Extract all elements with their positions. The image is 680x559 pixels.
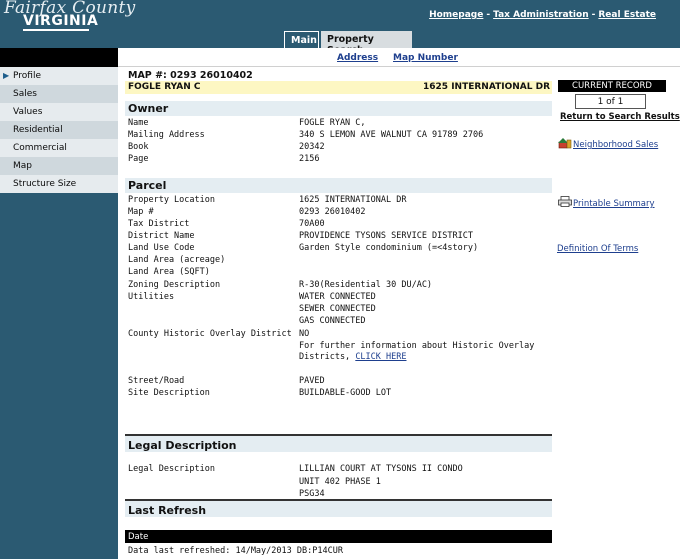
field-label: Land Area (SQFT) xyxy=(128,267,210,277)
field-label: Legal Description xyxy=(128,464,215,474)
field-value: Districts, CLICK HERE xyxy=(299,351,407,363)
sidebar-item-commercial[interactable]: Commercial xyxy=(0,139,118,157)
field-label: County Historic Overlay District xyxy=(128,329,292,339)
return-to-search-results-link[interactable]: Return to Search Results xyxy=(560,112,680,122)
parcel-section-heading: Parcel xyxy=(125,178,552,193)
field-label: District Name xyxy=(128,231,195,241)
site-header: Fairfax County VIRGINIA Homepage - Tax Adm… xyxy=(0,0,680,56)
field-value: 0293 26010402 xyxy=(299,207,366,217)
current-record-header: CURRENT RECORD xyxy=(558,80,666,92)
field-label: Book xyxy=(128,142,149,152)
field-value: GAS CONNECTED xyxy=(299,316,366,326)
field-value: SEWER CONNECTED xyxy=(299,304,376,314)
sidebar-item-sales[interactable]: Sales xyxy=(0,85,118,103)
record-count-box: 1 of 1 xyxy=(575,94,646,109)
field-value: FOGLE RYAN C, xyxy=(299,118,366,128)
field-value: 340 S LEMON AVE WALNUT CA 91789 2706 xyxy=(299,130,484,140)
definition-of-terms-link[interactable]: Definition Of Terms xyxy=(557,244,638,254)
sidebar-item-label: Residential xyxy=(13,125,63,135)
field-value: 1625 INTERNATIONAL DR xyxy=(299,195,407,205)
field-label: Utilities xyxy=(128,292,175,302)
field-label: Mailing Address xyxy=(128,130,205,140)
owner-banner-address: 1625 INTERNATIONAL DR xyxy=(423,82,550,92)
sidebar-item-map[interactable]: Map xyxy=(0,157,118,175)
top-nav: Homepage - Tax Administration - Real Estate xyxy=(429,10,656,20)
date-header-bar: Date xyxy=(125,530,552,543)
field-label: Land Use Code xyxy=(128,243,195,253)
sidebar-item-label: Values xyxy=(13,107,43,117)
nav-tax-administration-link[interactable]: Tax Administration xyxy=(493,10,589,20)
address-search-link[interactable]: Address xyxy=(337,53,378,63)
sidebar-menu: ▶ Profile Sales Values Residential Comme… xyxy=(0,67,118,193)
property-details: MAP #: 0293 26010402 FOGLE RYAN C 1625 I… xyxy=(118,67,556,559)
nav-homepage-link[interactable]: Homepage xyxy=(429,10,483,20)
neighborhood-sales-icon[interactable] xyxy=(558,137,572,152)
logo-state-text: VIRGINIA xyxy=(23,13,99,29)
field-value: PROVIDENCE TYSONS SERVICE DISTRICT xyxy=(299,231,473,241)
field-label: Property Location xyxy=(128,195,215,205)
tab-main[interactable]: Main xyxy=(284,31,319,48)
field-label: Tax District xyxy=(128,219,190,229)
play-arrow-icon: ▶ xyxy=(3,71,10,80)
sidebar-item-values[interactable]: Values xyxy=(0,103,118,121)
field-label: Street/Road xyxy=(128,376,185,386)
sidebar-item-label: Profile xyxy=(13,71,41,81)
sidebar-item-label: Sales xyxy=(13,89,37,99)
field-value: NO xyxy=(299,329,310,339)
field-label: Zoning Description xyxy=(128,280,221,290)
field-value: 2156 xyxy=(299,154,320,164)
logo-underline xyxy=(23,29,89,31)
owner-section-heading: Owner xyxy=(125,101,552,116)
historic-text: Districts, xyxy=(299,352,351,362)
field-label: Land Area (acreage) xyxy=(128,255,226,265)
owner-banner-name: FOGLE RYAN C xyxy=(128,82,201,92)
sidebar-item-label: Map xyxy=(13,161,32,171)
field-value: R-30(Residential 30 DU/AC) xyxy=(299,280,433,290)
field-label: Site Description xyxy=(128,388,210,398)
refresh-section-heading: Last Refresh xyxy=(125,499,552,517)
sidebar-item-structure-size[interactable]: Structure Size xyxy=(0,175,118,193)
field-value: WATER CONNECTED xyxy=(299,292,376,302)
right-panel: CURRENT RECORD 1 of 1 Return to Search R… xyxy=(556,67,680,559)
printer-icon[interactable] xyxy=(558,196,572,210)
neighborhood-sales-link[interactable]: Neighborhood Sales xyxy=(573,140,658,150)
sidebar-item-profile[interactable]: ▶ Profile xyxy=(0,67,118,85)
printable-summary-link[interactable]: Printable Summary xyxy=(573,199,655,209)
historic-overlay-click-here-link[interactable]: CLICK HERE xyxy=(355,352,406,362)
sidebar-item-label: Commercial xyxy=(13,143,67,153)
legal-section-heading: Legal Description xyxy=(125,434,552,452)
field-value: LILLIAN COURT AT TYSONS II CONDO xyxy=(299,464,463,474)
map-number-search-link[interactable]: Map Number xyxy=(393,53,458,63)
field-value: PAVED xyxy=(299,376,325,386)
sidebar-item-label: Structure Size xyxy=(13,179,77,189)
refresh-text: Data last refreshed: 14/May/2013 DB:P14C… xyxy=(128,546,343,556)
field-label: Page xyxy=(128,154,149,164)
field-value: BUILDABLE-GOOD LOT xyxy=(299,388,392,398)
owner-banner: FOGLE RYAN C 1625 INTERNATIONAL DR xyxy=(125,81,552,94)
left-sidebar: ▶ Profile Sales Values Residential Comme… xyxy=(0,48,118,559)
field-value: 70A00 xyxy=(299,219,325,229)
field-value: 20342 xyxy=(299,142,325,152)
map-number-heading: MAP #: 0293 26010402 xyxy=(128,70,253,81)
nav-real-estate-link[interactable]: Real Estate xyxy=(598,10,656,20)
field-value: Garden Style condominium (=<4story) xyxy=(299,243,479,253)
sidebar-top-bar xyxy=(0,48,118,67)
tab-property-search[interactable]: Property Search xyxy=(321,31,412,56)
field-label: Name xyxy=(128,118,149,128)
sidebar-item-residential[interactable]: Residential xyxy=(0,121,118,139)
field-value: UNIT 402 PHASE 1 xyxy=(299,477,381,487)
field-label: Map # xyxy=(128,207,154,217)
search-subnav: Address Map Number xyxy=(118,48,680,67)
